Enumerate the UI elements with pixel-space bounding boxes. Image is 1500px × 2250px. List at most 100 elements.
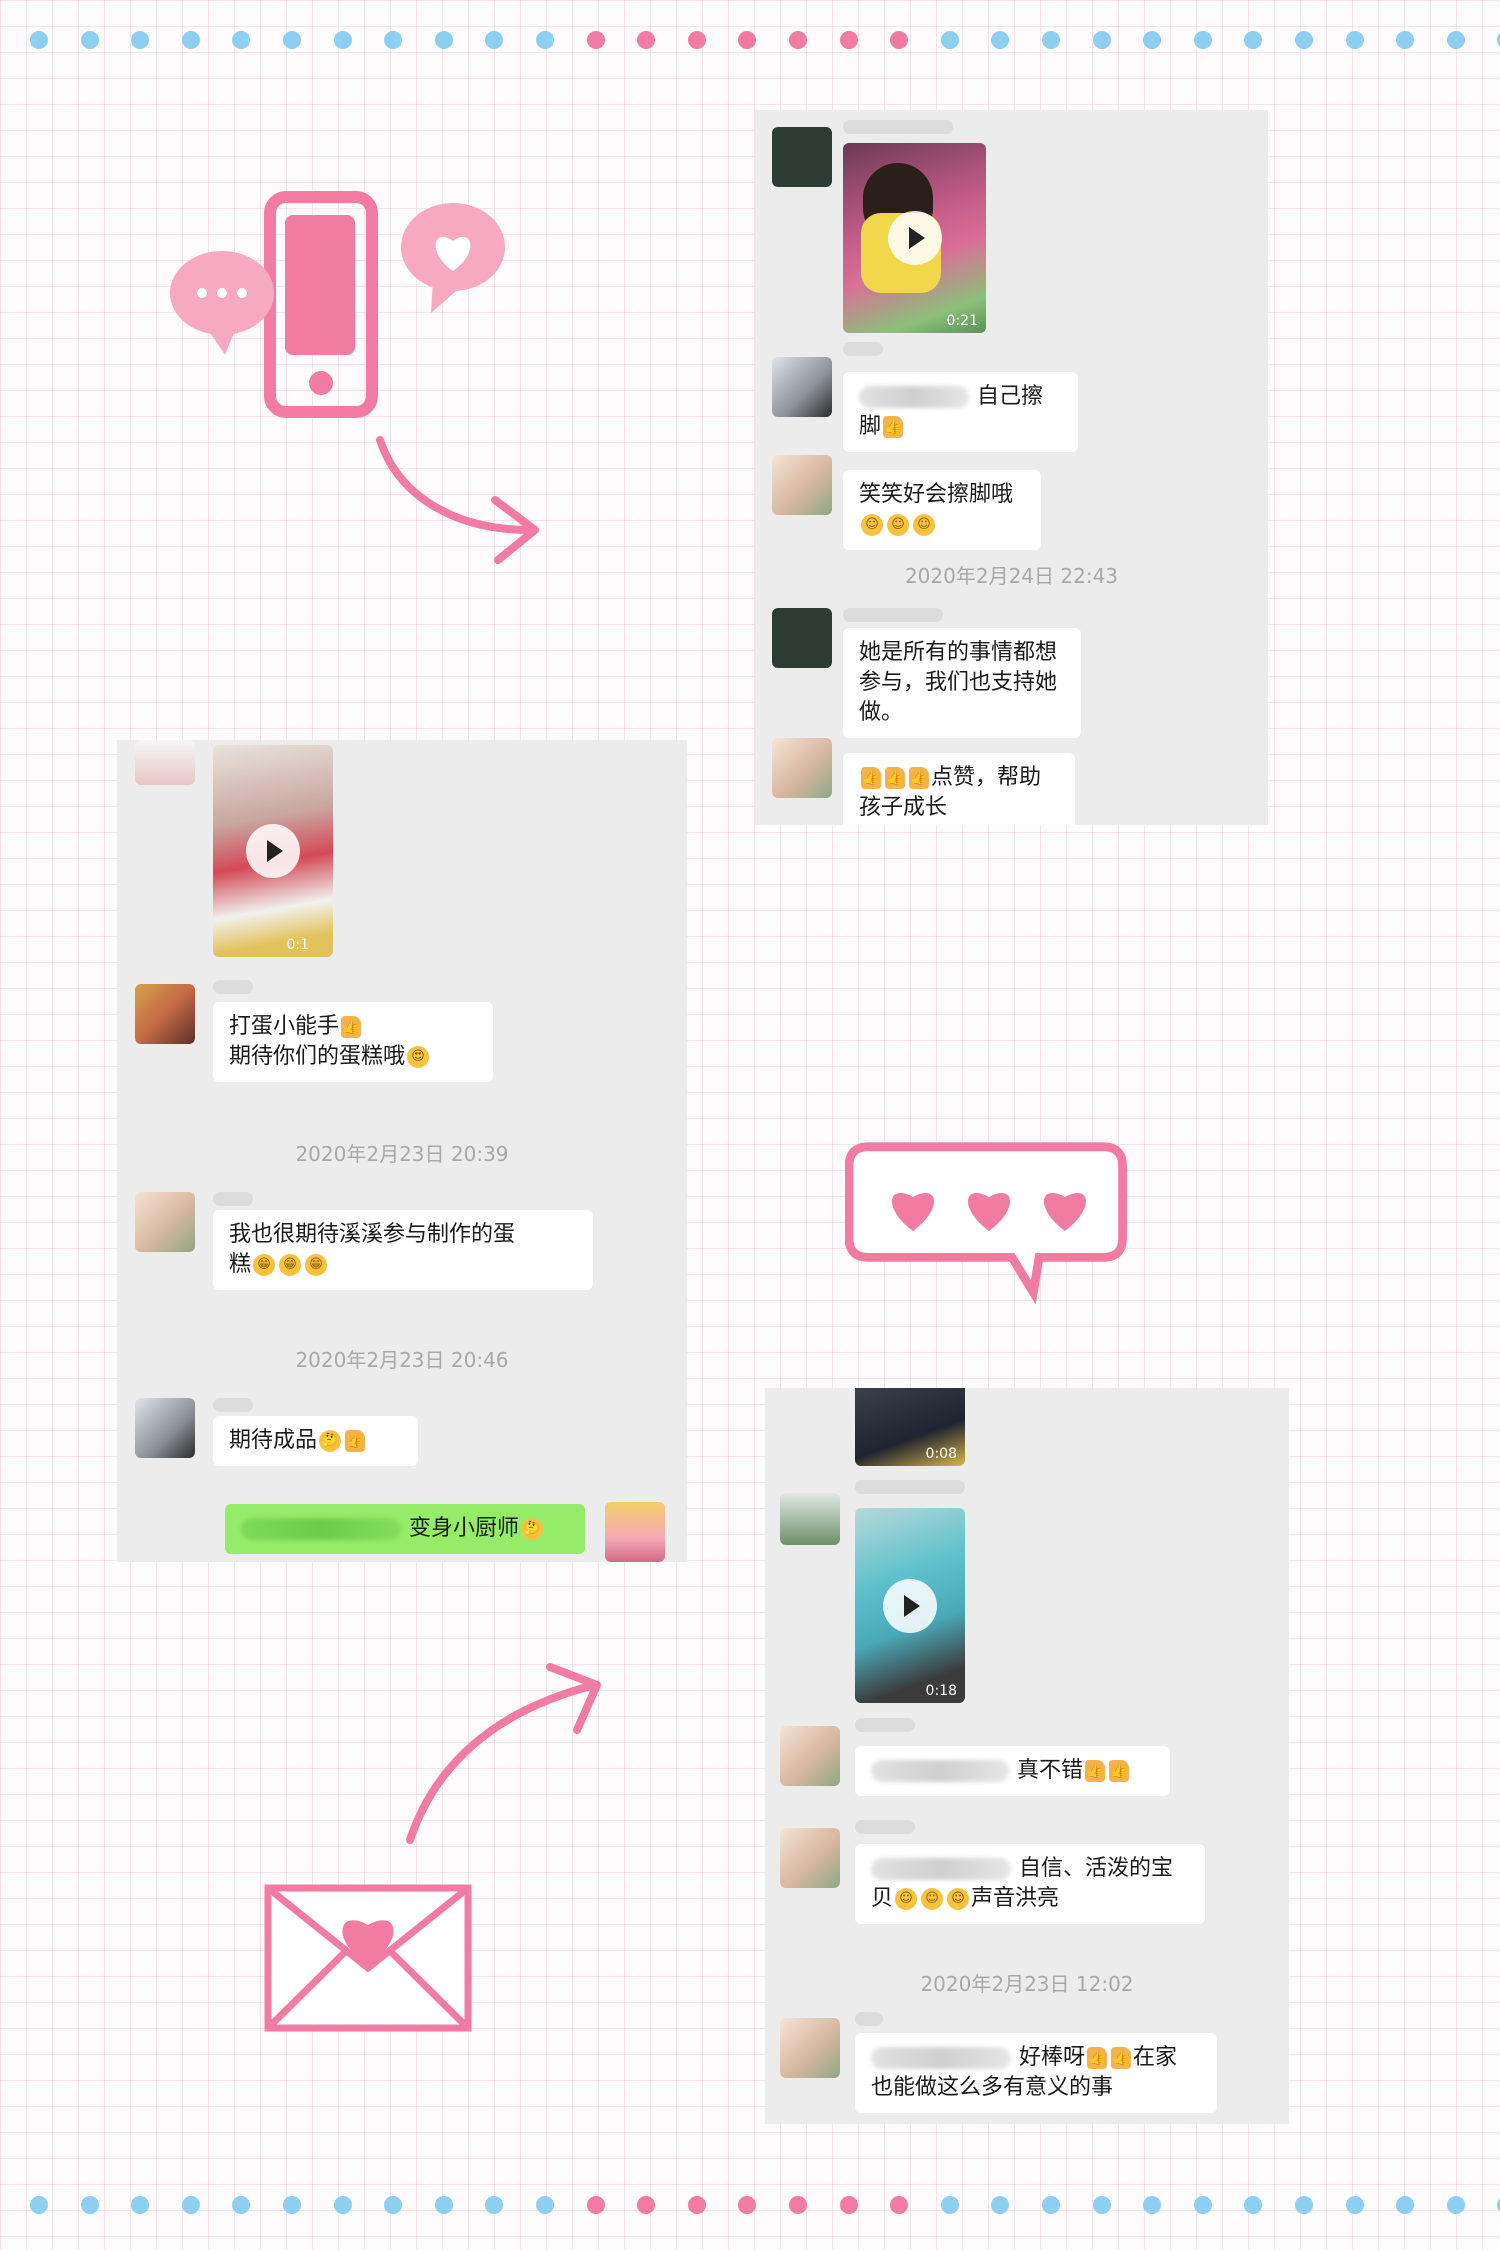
avatar[interactable] (772, 127, 832, 187)
message-text: 期待成品 (229, 1428, 318, 1453)
thinking-emoji-icon: 🤔 (319, 1430, 342, 1452)
border-dot (1345, 2196, 1364, 2214)
border-dot (1143, 31, 1162, 49)
avatar[interactable] (135, 984, 195, 1044)
avatar[interactable] (605, 1502, 665, 1562)
play-icon[interactable] (246, 824, 300, 878)
border-dot (333, 2196, 352, 2214)
border-dot (991, 31, 1010, 49)
border-dot (586, 31, 605, 49)
border-dot (384, 31, 403, 49)
message-text: 贝 (871, 1886, 894, 1911)
border-dot (485, 2196, 504, 2214)
border-dot (1092, 31, 1111, 49)
border-dot (789, 2196, 807, 2214)
sender-name-redacted (213, 1192, 253, 1206)
border-dot (131, 2196, 150, 2214)
border-dot (181, 2196, 200, 2214)
avatar[interactable] (772, 357, 832, 417)
video-message[interactable]: 0:1 (213, 745, 333, 957)
avatar[interactable] (780, 1828, 840, 1888)
border-dot (232, 31, 251, 49)
message-text: 变身小厨师 (409, 1516, 520, 1541)
border-dot (1244, 2196, 1263, 2214)
avatar[interactable] (135, 740, 195, 785)
redacted-text (859, 386, 969, 408)
chat-message: 真不错 👍 👍 (855, 1746, 1170, 1796)
border-dot (1042, 2196, 1060, 2214)
grin-emoji-icon: 😁 (279, 1254, 302, 1276)
border-dot (434, 2196, 453, 2214)
thumbs-up-emoji-icon: 👍 (909, 767, 929, 789)
sender-name-redacted (855, 1820, 915, 1834)
video-duration: 0:08 (925, 1446, 957, 1462)
border-dot (333, 31, 352, 49)
border-dot (1143, 2196, 1162, 2214)
avatar[interactable] (780, 2018, 840, 2078)
play-icon[interactable] (887, 211, 942, 265)
avatar[interactable] (135, 1192, 195, 1252)
message-text: 声音洪亮 (971, 1886, 1060, 1911)
smile-emoji-icon: ☺ (947, 1888, 970, 1910)
border-dot (1446, 31, 1465, 49)
sender-name-redacted (855, 2012, 883, 2026)
chat-message: 自己擦脚 👍 (843, 372, 1078, 452)
thinking-emoji-icon: 🤔 (521, 1518, 544, 1540)
border-dot (30, 31, 48, 49)
message-text: 我也很期待溪溪参与制作的蛋 (229, 1222, 516, 1247)
border-dot (384, 2196, 403, 2214)
thumbs-up-emoji-icon: 👍 (345, 1430, 366, 1452)
sender-name-redacted (843, 342, 883, 356)
avatar[interactable] (780, 1493, 840, 1545)
arrow-curved-up-icon (406, 1663, 601, 1844)
border-dot (839, 2196, 858, 2214)
video-message[interactable]: 0:08 (855, 1388, 965, 1466)
border-dot (80, 31, 99, 49)
avatar[interactable] (772, 455, 832, 515)
border-dot (80, 2196, 99, 2214)
video-duration: 0:1 (286, 937, 309, 953)
thumbs-up-emoji-icon: 👍 (341, 1016, 362, 1038)
border-dot (181, 31, 200, 49)
chat-message: 我也很期待溪溪参与制作的蛋 糕 😁 😁 😁 (213, 1210, 593, 1290)
timestamp: 2020年2月23日 20:39 (295, 1142, 509, 1166)
chat-message: 笑笑好会擦脚哦☺ ☺ ☺ (843, 470, 1041, 550)
timestamp: 2020年2月23日 20:46 (295, 1348, 509, 1372)
border-dot (536, 2196, 554, 2214)
chat-message-self: 变身小厨师 🤔 (225, 1504, 585, 1554)
sender-name-redacted (213, 1398, 253, 1412)
border-dot (738, 2196, 757, 2214)
border-dot (738, 31, 757, 49)
message-text: 糕 (229, 1252, 252, 1277)
heart-eyes-emoji-icon: 😍 (407, 1046, 430, 1068)
video-message[interactable]: 0:21 (843, 143, 986, 333)
video-message[interactable]: 0:18 (855, 1508, 965, 1703)
grin-emoji-icon: 😁 (305, 1254, 328, 1276)
border-dot (687, 2196, 706, 2214)
play-icon[interactable] (883, 1578, 937, 1633)
thumbs-up-emoji-icon: 👍 (1111, 2047, 1132, 2069)
timestamp: 2020年2月23日 12:02 (920, 1972, 1134, 1996)
border-dot (283, 31, 301, 49)
border-dot (637, 2196, 656, 2214)
border-dot (283, 2196, 301, 2214)
border-dot (637, 31, 656, 49)
avatar[interactable] (780, 1726, 840, 1786)
chat-screenshot-1: 0:21 自己擦脚 👍 笑笑好会擦脚哦☺ ☺ ☺ 2020年2月24日 22:43 她… (755, 110, 1268, 825)
smile-emoji-icon: ☺ (895, 1888, 918, 1910)
video-duration: 0:18 (925, 1683, 957, 1699)
avatar[interactable] (135, 1398, 195, 1458)
border-dot (586, 2196, 605, 2214)
border-dot (890, 2196, 909, 2214)
border-dot (839, 31, 858, 49)
avatar[interactable] (772, 608, 832, 668)
message-text: 自信、活泼的宝 (1019, 1856, 1174, 1881)
chat-screenshot-2: 0:1 打蛋小能手 👍 期待你们的蛋糕哦 😍 2020年2月23日 20:39 我也… (117, 740, 687, 1562)
grin-emoji-icon: 😁 (253, 1254, 276, 1276)
smile-emoji-icon: ☺ (861, 514, 883, 536)
avatar[interactable] (772, 738, 832, 798)
thumbs-up-emoji-icon: 👍 (885, 767, 905, 789)
hearts-speech-bubble-icon (845, 1142, 1127, 1305)
thumbs-up-emoji-icon: 👍 (1087, 2047, 1108, 2069)
chat-message: 👍 👍 👍 点赞，帮助孩子成长 (843, 753, 1075, 825)
